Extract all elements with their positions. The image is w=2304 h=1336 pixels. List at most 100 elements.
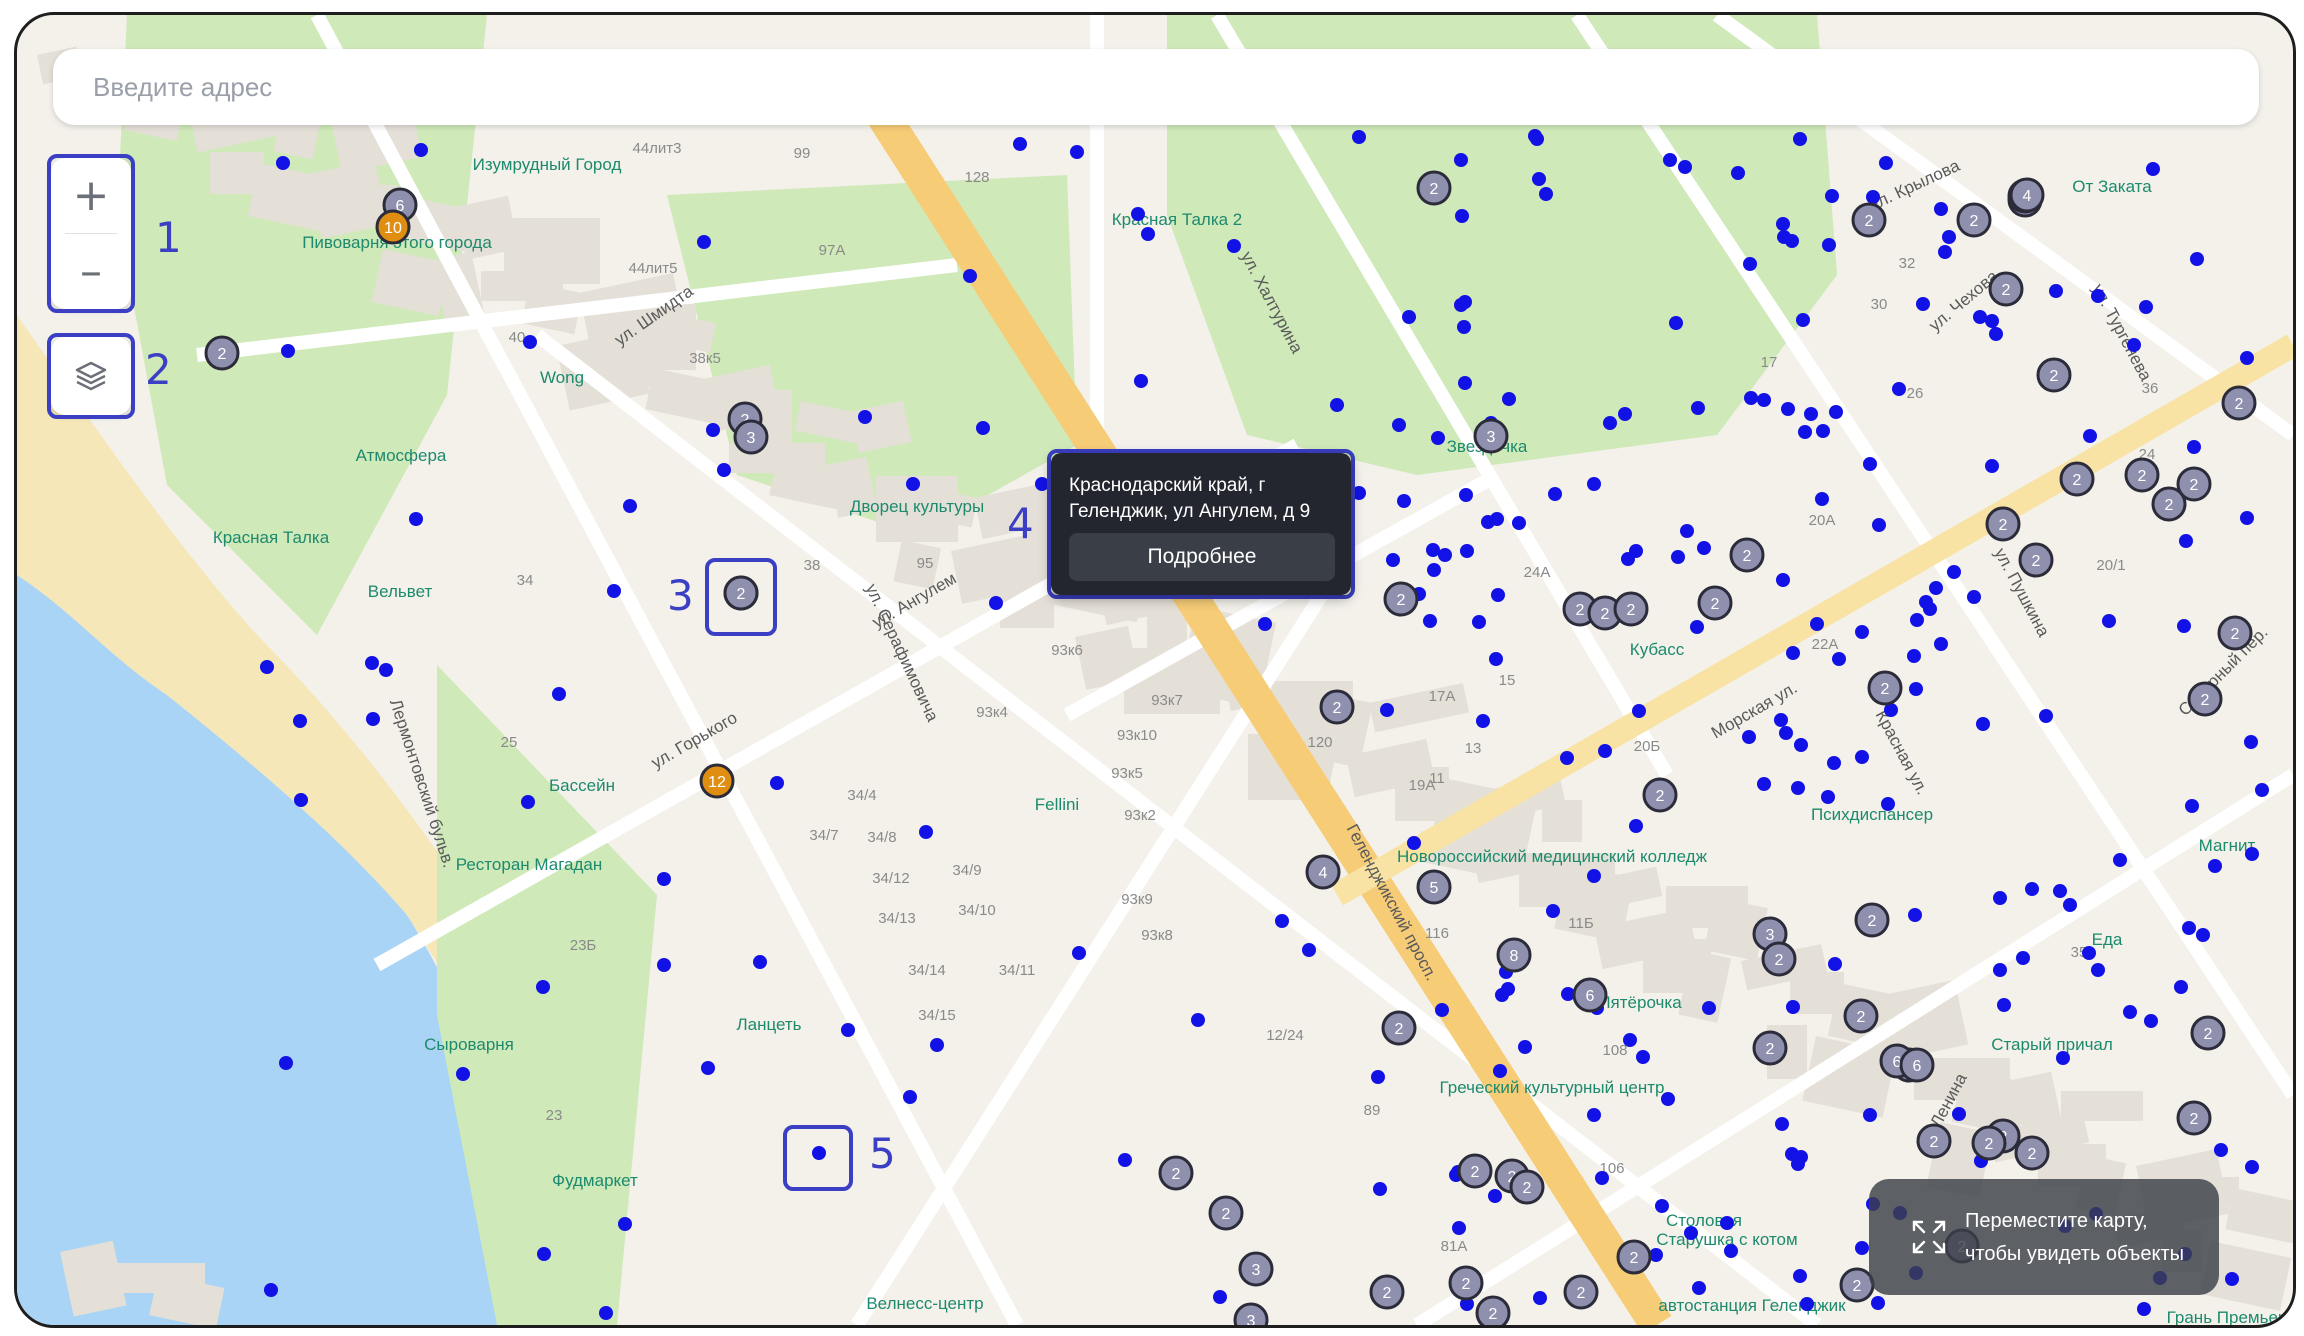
object-marker[interactable]	[1035, 477, 1049, 491]
object-marker[interactable]	[1191, 1013, 1205, 1027]
object-marker[interactable]	[1821, 790, 1835, 804]
object-marker[interactable]	[1828, 957, 1842, 971]
object-marker[interactable]	[1691, 401, 1705, 415]
object-marker[interactable]	[1794, 1150, 1808, 1164]
object-marker[interactable]	[1661, 1092, 1675, 1106]
object-marker[interactable]	[1452, 1221, 1466, 1235]
object-marker[interactable]	[2225, 1272, 2239, 1286]
object-marker[interactable]	[1697, 541, 1711, 555]
object-marker[interactable]	[1993, 963, 2007, 977]
object-marker[interactable]	[2240, 351, 2254, 365]
object-marker[interactable]	[2240, 511, 2254, 525]
object-marker[interactable]	[1386, 553, 1400, 567]
object-marker[interactable]	[1302, 943, 1316, 957]
cluster-marker[interactable]: 2	[1509, 1169, 1545, 1205]
object-marker[interactable]	[1810, 617, 1824, 631]
object-marker[interactable]	[1793, 132, 1807, 146]
object-marker[interactable]	[1663, 153, 1677, 167]
object-marker[interactable]	[523, 335, 537, 349]
object-marker[interactable]	[1947, 565, 1961, 579]
object-marker[interactable]	[919, 825, 933, 839]
object-marker[interactable]	[1629, 819, 1643, 833]
cluster-marker[interactable]: 2	[1457, 1153, 1493, 1189]
object-marker[interactable]	[1460, 544, 1474, 558]
object-marker[interactable]	[1776, 573, 1790, 587]
object-marker[interactable]	[1512, 516, 1526, 530]
object-marker[interactable]	[2091, 289, 2105, 303]
cluster-marker[interactable]: 2	[2018, 542, 2054, 578]
object-marker-selected[interactable]	[812, 1146, 826, 1160]
object-marker[interactable]	[1744, 391, 1758, 405]
object-marker[interactable]	[1702, 1001, 1716, 1015]
object-marker[interactable]	[1804, 407, 1818, 421]
object-marker[interactable]	[1678, 160, 1692, 174]
object-marker[interactable]	[1938, 245, 1952, 259]
object-marker[interactable]	[1989, 327, 2003, 341]
object-marker[interactable]	[1595, 1171, 1609, 1185]
object-marker[interactable]	[1796, 313, 1810, 327]
object-marker[interactable]	[1952, 1107, 1966, 1121]
object-marker[interactable]	[2244, 735, 2258, 749]
object-marker[interactable]	[1985, 459, 1999, 473]
object-marker[interactable]	[1907, 649, 1921, 663]
object-marker[interactable]	[1892, 382, 1906, 396]
object-marker[interactable]	[2196, 928, 2210, 942]
object-marker[interactable]	[1275, 914, 1289, 928]
object-marker[interactable]	[770, 776, 784, 790]
object-marker[interactable]	[1942, 230, 1956, 244]
object-marker[interactable]	[1866, 190, 1880, 204]
object-marker[interactable]	[2113, 853, 2127, 867]
object-marker[interactable]	[1776, 217, 1790, 231]
object-marker[interactable]	[657, 872, 671, 886]
object-marker[interactable]	[2255, 783, 2269, 797]
object-marker[interactable]	[1548, 487, 1562, 501]
cluster-marker[interactable]: 2	[1851, 202, 1887, 238]
object-marker[interactable]	[1774, 713, 1788, 727]
details-button[interactable]: Подробнее	[1069, 533, 1335, 581]
object-marker[interactable]	[1863, 457, 1877, 471]
object-marker[interactable]	[2177, 619, 2191, 633]
object-marker[interactable]	[2182, 921, 2196, 935]
object-marker[interactable]	[1539, 187, 1553, 201]
object-marker[interactable]	[697, 235, 711, 249]
object-marker[interactable]	[1435, 1003, 1449, 1017]
object-marker[interactable]	[1501, 982, 1515, 996]
object-marker[interactable]	[1546, 904, 1560, 918]
cluster-marker[interactable]: 2	[1563, 1274, 1599, 1310]
object-marker[interactable]	[2214, 1143, 2228, 1157]
object-marker[interactable]	[1798, 425, 1812, 439]
object-marker[interactable]	[2039, 709, 2053, 723]
object-marker[interactable]	[1258, 617, 1272, 631]
object-marker[interactable]	[906, 477, 920, 491]
object-marker[interactable]	[1632, 704, 1646, 718]
object-marker[interactable]	[1871, 1296, 1885, 1310]
object-marker[interactable]	[1720, 1216, 1734, 1230]
object-marker[interactable]	[1881, 797, 1895, 811]
cluster-marker[interactable]: 2	[1208, 1195, 1244, 1231]
object-marker[interactable]	[264, 1283, 278, 1297]
object-marker[interactable]	[279, 1056, 293, 1070]
object-marker[interactable]	[1587, 477, 1601, 491]
object-marker[interactable]	[1352, 486, 1366, 500]
object-marker[interactable]	[607, 584, 621, 598]
object-marker[interactable]	[1373, 1182, 1387, 1196]
object-marker[interactable]	[1072, 946, 1086, 960]
cluster-marker[interactable]: 2	[1381, 1010, 1417, 1046]
cluster-marker[interactable]: 2	[1613, 591, 1649, 627]
cluster-marker[interactable]: 2	[1988, 271, 2024, 307]
object-marker[interactable]	[1587, 1108, 1601, 1122]
object-marker[interactable]	[930, 1038, 944, 1052]
cluster-marker[interactable]: 2	[2059, 461, 2095, 497]
cluster-marker[interactable]: 2	[1158, 1155, 1194, 1191]
object-marker[interactable]	[2082, 946, 2096, 960]
object-marker[interactable]	[2179, 534, 2193, 548]
object-marker[interactable]	[552, 687, 566, 701]
cluster-marker[interactable]: 2	[1854, 902, 1890, 938]
orange-cluster-badge[interactable]: 12	[699, 763, 735, 799]
object-marker[interactable]	[903, 1090, 917, 1104]
object-marker[interactable]	[1397, 494, 1411, 508]
object-marker[interactable]	[1997, 998, 2011, 1012]
object-marker[interactable]	[2245, 1160, 2259, 1174]
cluster-marker[interactable]: 3	[1238, 1251, 1274, 1287]
object-marker[interactable]	[1910, 613, 1924, 627]
